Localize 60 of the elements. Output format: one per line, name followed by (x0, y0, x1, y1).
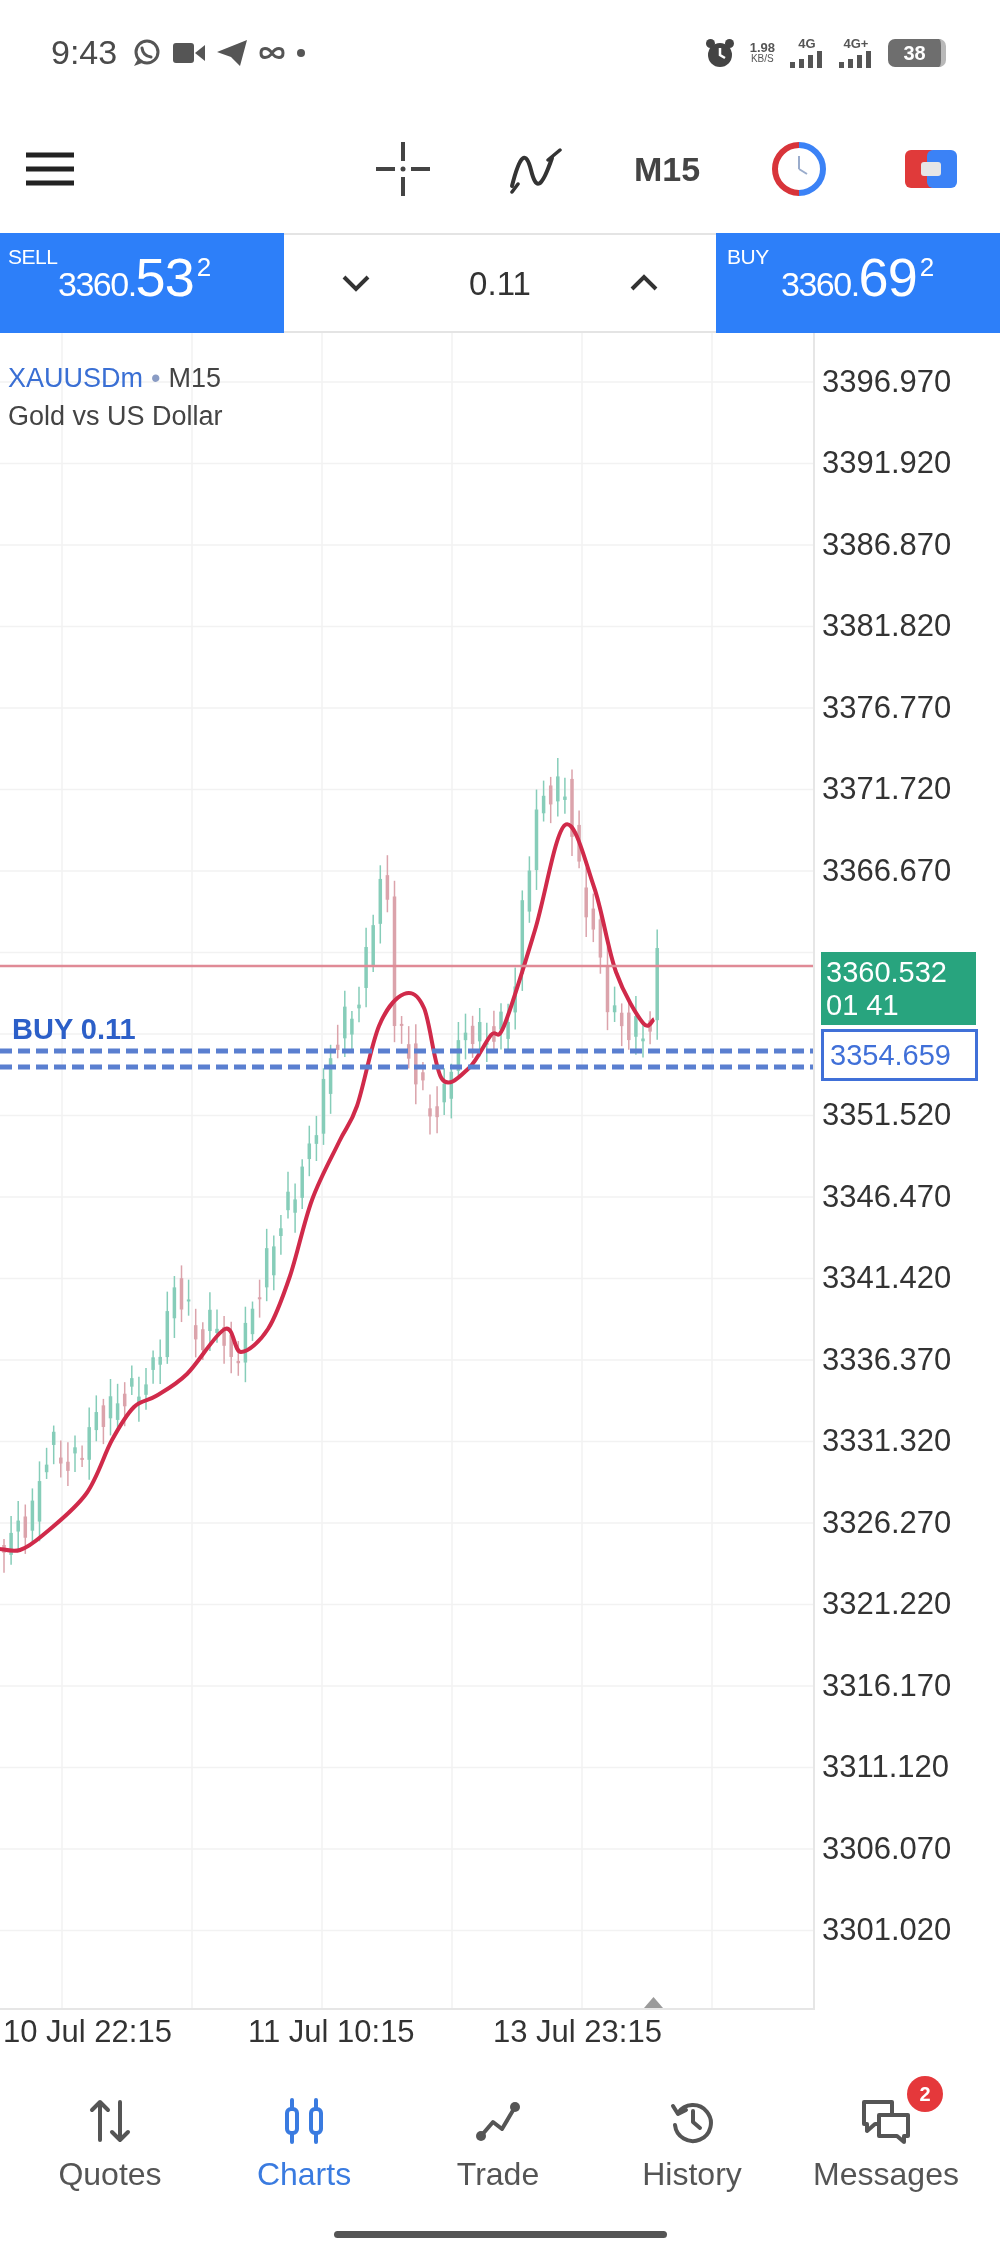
infinity-icon (259, 44, 286, 61)
title-separator: • (151, 363, 161, 393)
battery-indicator: 38 (888, 38, 946, 67)
time-axis-label: 13 Jul 23:15 (493, 2014, 663, 2050)
clock-ring-icon[interactable] (772, 142, 826, 196)
clock-time: 9:43 (51, 33, 118, 72)
price-axis-label: 3371.720 (822, 771, 952, 808)
price-axis-label: 3306.070 (822, 1830, 952, 1867)
price-axis-label: 3326.270 (822, 1504, 952, 1541)
volume-field[interactable]: 0.11 (469, 266, 531, 300)
alarm-clock-icon (704, 37, 735, 68)
network-speed: 1.98 (749, 41, 775, 54)
signal-bars-icon (790, 51, 824, 68)
price-axis-label: 3301.020 (822, 1912, 952, 1949)
triangle-marker-icon[interactable] (644, 1997, 663, 2008)
price-axis-label: 3331.320 (822, 1423, 952, 1460)
price-axis-label: 3351.520 (822, 1097, 952, 1134)
timeframe-button[interactable]: M15 (633, 152, 701, 186)
signal-bars-icon (839, 51, 873, 68)
time-axis-label: 11 Jul 10:15 (248, 2014, 416, 2050)
network-type-label: 4G (798, 37, 816, 50)
price-axis-label: 3321.220 (822, 1586, 952, 1623)
chevron-down-icon[interactable] (341, 274, 371, 292)
price-axis-label: 3386.870 (822, 526, 952, 563)
chat-bubble-icon (131, 37, 162, 68)
dot-icon (297, 48, 306, 57)
price-axis-label: 3396.970 (822, 363, 952, 400)
symbol-description: Gold vs US Dollar (8, 400, 223, 433)
symbol-name: XAUUSDm (8, 363, 143, 393)
price-axis-label: 3341.420 (822, 1260, 952, 1297)
chevron-up-icon[interactable] (629, 274, 659, 292)
nav-tab[interactable]: Trade (452, 2094, 544, 2194)
speed-unit: KB/S (750, 54, 774, 64)
price-axis-label: 3346.470 (822, 1178, 952, 1215)
price-axis-label: 3376.770 (822, 689, 952, 726)
price-axis-label: 3311.120 (822, 1749, 949, 1786)
crosshair-icon[interactable] (376, 142, 430, 196)
chat-bubbles-icon (861, 2098, 911, 2144)
notification-badge: 2 (907, 2076, 943, 2112)
price-axis-label: 3391.920 (822, 445, 952, 482)
time-axis-label: 10 Jul 22:15 (3, 2014, 173, 2050)
candlestick-icon (282, 2098, 326, 2144)
split-tile-icon[interactable] (905, 150, 957, 188)
timeframe-label: M15 (168, 363, 221, 393)
order-label: BUY 0.11 (12, 1015, 136, 1044)
up-down-arrows-icon (88, 2098, 132, 2144)
bar-countdown: 01 41 (826, 988, 900, 1022)
price-axis-label: 3381.820 (822, 608, 952, 645)
nav-tab[interactable]: History (638, 2094, 746, 2194)
nav-tab[interactable]: Quotes (54, 2094, 166, 2194)
network-type-label: 4G+ (843, 37, 869, 50)
menu-icon[interactable] (26, 152, 74, 186)
nav-tab[interactable]: Charts (252, 2094, 356, 2194)
price-axis-label: 3366.670 (822, 852, 952, 889)
price-axis-label: 3316.170 (822, 1667, 952, 1704)
price-axis-label: 3336.370 (822, 1341, 952, 1378)
current-price: 3360.532 (826, 955, 948, 989)
order-price-badge: 3354.659 (821, 1029, 978, 1081)
paper-plane-icon (217, 39, 248, 66)
video-camera-icon (173, 40, 206, 65)
